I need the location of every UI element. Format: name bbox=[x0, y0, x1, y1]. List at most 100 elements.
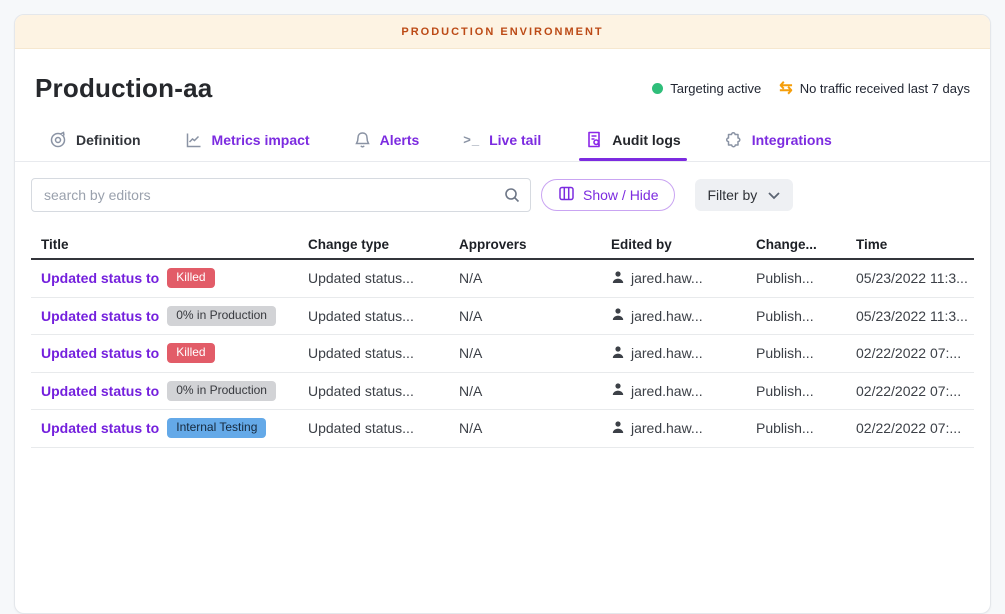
table-row[interactable]: Updated status to Internal Testing Updat… bbox=[31, 410, 974, 448]
banner-label: PRODUCTION ENVIRONMENT bbox=[401, 26, 603, 38]
tab-alerts-label: Alerts bbox=[380, 132, 420, 148]
tab-audit-logs-label: Audit logs bbox=[612, 132, 680, 148]
person-icon bbox=[611, 382, 625, 399]
time-cell: 05/23/2022 11:3... bbox=[846, 308, 974, 324]
table-row[interactable]: Updated status to Killed Updated status.… bbox=[31, 260, 974, 298]
terminal-icon: >_ bbox=[463, 132, 480, 147]
time-cell: 02/22/2022 07:... bbox=[846, 345, 974, 361]
tab-live-tail-label: Live tail bbox=[489, 132, 541, 148]
page-title: Production-aa bbox=[35, 73, 212, 104]
time-cell: 02/22/2022 07:... bbox=[846, 383, 974, 399]
green-dot-icon bbox=[652, 83, 663, 94]
audit-log-search-icon bbox=[585, 130, 603, 149]
tab-audit-logs[interactable]: Audit logs bbox=[585, 122, 680, 161]
tab-metrics-impact-label: Metrics impact bbox=[212, 132, 310, 148]
changes-cell: Publish... bbox=[746, 420, 846, 436]
production-environment-banner: PRODUCTION ENVIRONMENT bbox=[15, 15, 990, 49]
title-link[interactable]: Updated status to bbox=[41, 420, 159, 436]
tab-bar: Definition Metrics impact Alerts >_ Live… bbox=[15, 122, 990, 162]
title-link[interactable]: Updated status to bbox=[41, 308, 159, 324]
edited-by-cell: jared.haw... bbox=[601, 420, 746, 437]
title-cell: Updated status to Killed bbox=[31, 343, 298, 363]
change-type-cell: Updated status... bbox=[298, 270, 449, 286]
tab-live-tail[interactable]: >_ Live tail bbox=[463, 122, 541, 161]
title-link[interactable]: Updated status to bbox=[41, 383, 159, 399]
change-type-cell: Updated status... bbox=[298, 383, 449, 399]
approvers-cell: N/A bbox=[449, 383, 601, 399]
edited-by-cell: jared.haw... bbox=[601, 382, 746, 399]
tab-alerts[interactable]: Alerts bbox=[354, 122, 420, 161]
traffic-arrows-icon: ⇆ bbox=[779, 81, 792, 97]
person-icon bbox=[611, 270, 625, 287]
table-row[interactable]: Updated status to Killed Updated status.… bbox=[31, 335, 974, 373]
table-row[interactable]: Updated status to 0% in Production Updat… bbox=[31, 373, 974, 411]
tab-integrations[interactable]: Integrations bbox=[725, 122, 832, 161]
target-edit-icon bbox=[49, 131, 67, 149]
search-icon bbox=[503, 186, 521, 209]
approvers-cell: N/A bbox=[449, 308, 601, 324]
column-header-change-type: Change type bbox=[298, 237, 449, 252]
filter-by-label: Filter by bbox=[707, 187, 757, 203]
tab-definition-label: Definition bbox=[76, 132, 141, 148]
title-link[interactable]: Updated status to bbox=[41, 345, 159, 361]
filter-by-button[interactable]: Filter by bbox=[695, 179, 793, 211]
edited-by-name: jared.haw... bbox=[631, 383, 703, 399]
traffic-status-label: No traffic received last 7 days bbox=[800, 81, 970, 96]
approvers-cell: N/A bbox=[449, 345, 601, 361]
column-header-approvers: Approvers bbox=[449, 237, 601, 252]
edited-by-name: jared.haw... bbox=[631, 270, 703, 286]
search-box bbox=[31, 178, 531, 212]
column-header-changes: Change... bbox=[746, 237, 846, 252]
edited-by-cell: jared.haw... bbox=[601, 307, 746, 324]
line-chart-icon bbox=[185, 131, 203, 149]
edited-by-name: jared.haw... bbox=[631, 345, 703, 361]
column-header-time: Time bbox=[846, 237, 974, 252]
traffic-status: ⇆ No traffic received last 7 days bbox=[779, 81, 970, 97]
edited-by-cell: jared.haw... bbox=[601, 270, 746, 287]
show-hide-button[interactable]: Show / Hide bbox=[541, 179, 675, 211]
targeting-status: Targeting active bbox=[652, 81, 761, 96]
search-input[interactable] bbox=[31, 178, 531, 212]
change-type-cell: Updated status... bbox=[298, 308, 449, 324]
environment-card: PRODUCTION ENVIRONMENT Production-aa Tar… bbox=[14, 14, 991, 614]
approvers-cell: N/A bbox=[449, 270, 601, 286]
changes-cell: Publish... bbox=[746, 308, 846, 324]
edited-by-name: jared.haw... bbox=[631, 308, 703, 324]
column-header-edited-by: Edited by bbox=[601, 237, 746, 252]
chevron-down-icon bbox=[767, 187, 781, 203]
status-badge: Killed bbox=[167, 268, 214, 288]
changes-cell: Publish... bbox=[746, 345, 846, 361]
changes-cell: Publish... bbox=[746, 383, 846, 399]
edited-by-cell: jared.haw... bbox=[601, 345, 746, 362]
status-badge: Internal Testing bbox=[167, 418, 266, 438]
tab-integrations-label: Integrations bbox=[752, 132, 832, 148]
show-hide-label: Show / Hide bbox=[583, 187, 658, 203]
page-header: Production-aa Targeting active ⇆ No traf… bbox=[15, 49, 990, 122]
person-icon bbox=[611, 420, 625, 437]
change-type-cell: Updated status... bbox=[298, 420, 449, 436]
table-controls: Show / Hide Filter by bbox=[15, 162, 990, 224]
column-header-title: Title bbox=[31, 237, 298, 252]
title-cell: Updated status to Internal Testing bbox=[31, 418, 298, 438]
edited-by-name: jared.haw... bbox=[631, 420, 703, 436]
changes-cell: Publish... bbox=[746, 270, 846, 286]
status-badge: 0% in Production bbox=[167, 306, 276, 326]
title-cell: Updated status to Killed bbox=[31, 268, 298, 288]
status-group: Targeting active ⇆ No traffic received l… bbox=[652, 81, 970, 97]
person-icon bbox=[611, 307, 625, 324]
person-icon bbox=[611, 345, 625, 362]
time-cell: 05/23/2022 11:3... bbox=[846, 270, 974, 286]
bell-icon bbox=[354, 131, 371, 149]
targeting-status-label: Targeting active bbox=[670, 81, 761, 96]
time-cell: 02/22/2022 07:... bbox=[846, 420, 974, 436]
columns-icon bbox=[558, 185, 575, 205]
status-badge: Killed bbox=[167, 343, 214, 363]
tab-definition[interactable]: Definition bbox=[49, 122, 141, 161]
table-row[interactable]: Updated status to 0% in Production Updat… bbox=[31, 298, 974, 336]
table-header-row: Title Change type Approvers Edited by Ch… bbox=[31, 230, 974, 260]
approvers-cell: N/A bbox=[449, 420, 601, 436]
tab-metrics-impact[interactable]: Metrics impact bbox=[185, 122, 310, 161]
title-cell: Updated status to 0% in Production bbox=[31, 381, 298, 401]
table-body: Updated status to Killed Updated status.… bbox=[31, 260, 974, 448]
title-link[interactable]: Updated status to bbox=[41, 270, 159, 286]
